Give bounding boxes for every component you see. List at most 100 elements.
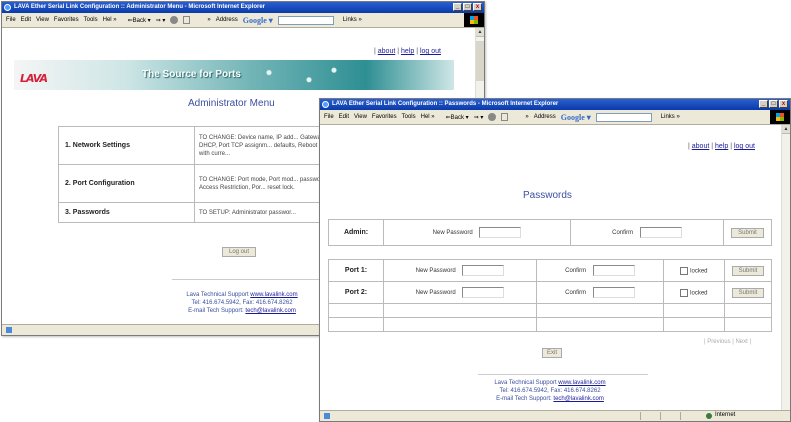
links-button[interactable]: Links » bbox=[661, 114, 680, 120]
port-1-submit-button[interactable]: Submit bbox=[731, 265, 765, 276]
status-divider bbox=[680, 412, 681, 420]
menu-help[interactable]: Hel » bbox=[103, 17, 117, 23]
port-2-new-password-input[interactable] bbox=[462, 287, 505, 298]
admin-new-password-input[interactable] bbox=[479, 227, 522, 238]
google-search-input[interactable] bbox=[595, 112, 652, 122]
back-button[interactable]: ⇐Back ▾ bbox=[128, 17, 151, 24]
address-label: Address bbox=[533, 114, 556, 120]
menu-item-network-settings[interactable]: 1. Network Settings bbox=[58, 126, 195, 165]
table-row[interactable]: 3. Passwords TO SETUP: Administrator pas… bbox=[58, 202, 348, 223]
confirm-label: Confirm bbox=[565, 268, 587, 275]
footer: Lava Technical Support www.lavalink.com … bbox=[460, 379, 640, 403]
table-row bbox=[328, 303, 772, 318]
windows-logo-icon bbox=[464, 13, 484, 27]
address-label: Address bbox=[215, 17, 238, 23]
admin-menu-table: 1. Network Settings TO CHANGE: Device na… bbox=[58, 126, 348, 223]
menu-favorites[interactable]: Favorites bbox=[54, 17, 79, 23]
footer: Lava Technical Support www.lavalink.com … bbox=[152, 291, 332, 315]
menu-tools[interactable]: Tools bbox=[402, 114, 416, 120]
admin-submit-button[interactable]: Submit bbox=[731, 227, 764, 238]
banner-slogan: The Source for Ports bbox=[142, 69, 241, 80]
menu-tools[interactable]: Tools bbox=[84, 17, 98, 23]
links-button[interactable]: Links » bbox=[343, 17, 362, 23]
google-search-input[interactable] bbox=[277, 15, 334, 25]
globe-icon bbox=[706, 413, 712, 419]
menu-favorites[interactable]: Favorites bbox=[372, 114, 397, 120]
menu-help[interactable]: Hel » bbox=[421, 114, 435, 120]
window-title: LAVA Ether Serial Link Configuration :: … bbox=[14, 4, 266, 10]
table-row[interactable]: 1. Network Settings TO CHANGE: Device na… bbox=[58, 126, 348, 165]
port-1-confirm-input[interactable] bbox=[592, 265, 635, 276]
website-link[interactable]: www.lavalink.com bbox=[250, 292, 297, 298]
support-label: Lava Technical Support bbox=[494, 380, 557, 386]
lava-banner: LAVA The Source for Ports bbox=[14, 60, 454, 90]
forward-button[interactable]: ⇒ ▾ bbox=[156, 17, 166, 24]
close-button[interactable]: x bbox=[779, 100, 788, 108]
stop-icon[interactable] bbox=[488, 113, 497, 121]
port-2-label: Port 2: bbox=[328, 281, 384, 304]
stop-icon[interactable] bbox=[170, 16, 179, 24]
menu-view[interactable]: View bbox=[36, 17, 49, 23]
help-link[interactable]: help bbox=[401, 48, 414, 55]
window-titlebar[interactable]: LAVA Ether Serial Link Configuration :: … bbox=[2, 2, 484, 13]
vertical-scrollbar[interactable]: ▲ bbox=[781, 125, 790, 411]
scroll-up-arrow[interactable]: ▲ bbox=[476, 28, 484, 37]
logout-button[interactable]: Log out bbox=[222, 247, 257, 257]
port-2-confirm-input[interactable] bbox=[592, 287, 635, 298]
menu-file[interactable]: File bbox=[6, 17, 16, 23]
email-link[interactable]: tech@lavalink.com bbox=[245, 308, 295, 314]
confirm-label: Confirm bbox=[565, 290, 587, 297]
port-1-new-password-input[interactable] bbox=[462, 265, 505, 276]
admin-label: Admin: bbox=[328, 219, 384, 246]
port-2-locked-checkbox[interactable] bbox=[680, 288, 689, 297]
maximize-button[interactable]: □ bbox=[463, 3, 472, 11]
page-title: Passwords bbox=[523, 190, 572, 201]
refresh-icon[interactable] bbox=[501, 113, 509, 121]
admin-password-table: Admin: New Password Confirm Submit bbox=[328, 219, 772, 246]
port-2-submit-button[interactable]: Submit bbox=[731, 287, 765, 298]
minimize-button[interactable]: _ bbox=[759, 100, 768, 108]
table-row: Port 2: New Password Confirm locked Subm… bbox=[328, 281, 772, 304]
passwords-window: LAVA Ether Serial Link Configuration :: … bbox=[319, 98, 791, 422]
google-toolbar-button[interactable]: Google ▾ bbox=[561, 113, 591, 122]
menu-file[interactable]: File bbox=[324, 114, 334, 120]
maximize-button[interactable]: □ bbox=[769, 100, 778, 108]
exit-button[interactable]: Exit bbox=[542, 348, 563, 358]
ie-icon bbox=[4, 4, 11, 11]
status-divider bbox=[640, 412, 641, 420]
scroll-thumb[interactable] bbox=[476, 41, 484, 81]
footer-divider bbox=[172, 279, 332, 280]
page-icon bbox=[324, 413, 330, 419]
status-bar: Internet bbox=[320, 410, 790, 421]
about-link[interactable]: about bbox=[692, 143, 710, 150]
toolbar-overflow[interactable]: » bbox=[207, 17, 210, 23]
menu-view[interactable]: View bbox=[354, 114, 367, 120]
menu-edit[interactable]: Edit bbox=[339, 114, 349, 120]
email-link[interactable]: tech@lavalink.com bbox=[553, 396, 603, 402]
admin-confirm-input[interactable] bbox=[639, 227, 682, 238]
windows-logo-icon bbox=[770, 110, 790, 124]
about-link[interactable]: about bbox=[378, 48, 396, 55]
port-password-table: Port 1: New Password Confirm locked Subm… bbox=[328, 259, 772, 332]
refresh-icon[interactable] bbox=[183, 16, 191, 24]
close-button[interactable]: x bbox=[473, 3, 482, 11]
new-password-label: New Password bbox=[432, 230, 473, 237]
port-1-locked-checkbox[interactable] bbox=[680, 266, 689, 275]
forward-button[interactable]: ⇒ ▾ bbox=[474, 114, 484, 121]
scroll-up-arrow[interactable]: ▲ bbox=[782, 125, 790, 134]
window-titlebar[interactable]: LAVA Ether Serial Link Configuration :: … bbox=[320, 99, 790, 110]
minimize-button[interactable]: _ bbox=[453, 3, 462, 11]
logout-link[interactable]: log out bbox=[734, 143, 755, 150]
website-link[interactable]: www.lavalink.com bbox=[558, 380, 605, 386]
new-password-label: New Password bbox=[415, 268, 456, 275]
table-row[interactable]: 2. Port Configuration TO CHANGE: Port mo… bbox=[58, 164, 348, 203]
google-toolbar-button[interactable]: Google ▾ bbox=[243, 16, 273, 25]
logout-link[interactable]: log out bbox=[420, 48, 441, 55]
toolbar-overflow[interactable]: » bbox=[525, 114, 528, 120]
help-link[interactable]: help bbox=[715, 143, 728, 150]
pagination[interactable]: | Previous | Next | bbox=[704, 339, 751, 345]
menu-item-port-configuration[interactable]: 2. Port Configuration bbox=[58, 164, 195, 203]
menu-item-passwords[interactable]: 3. Passwords bbox=[58, 202, 195, 223]
menu-edit[interactable]: Edit bbox=[21, 17, 31, 23]
back-button[interactable]: ⇐Back ▾ bbox=[446, 114, 469, 121]
